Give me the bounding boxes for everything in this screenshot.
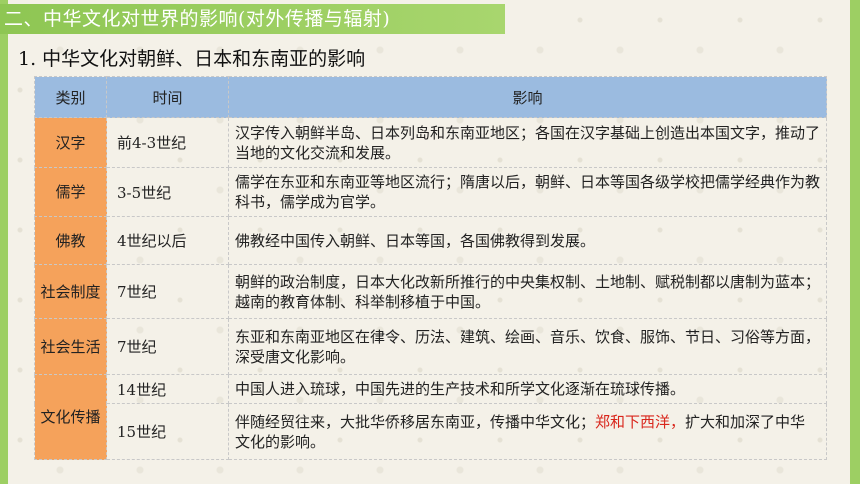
time-cell: 4世纪以后 [106,216,229,265]
time-cell: 前4-3世纪 [106,117,229,168]
category-cell: 文化传播 [34,374,107,460]
right-accent-bar [850,0,860,484]
time-cell: 15世纪 [106,403,229,460]
effect-cell: 中国人进入琉球，中国先进的生产技术和所学文化逐渐在琉球传播。 [228,374,827,404]
effect-highlight: 郑和下西洋， [595,412,686,431]
table-row: 佛教 4世纪以后 佛教经中国传入朝鲜、日本等国，各国佛教得到发展。 [34,216,827,265]
table-row: 15世纪 伴随经贸往来，大批华侨移居东南亚，传播中华文化；郑和下西洋，扩大和加深… [35,403,827,460]
table-row: 社会生活 7世纪 东亚和东南亚地区在律令、历法、建筑、绘画、音乐、饮食、服饰、节… [34,318,827,375]
category-cell: 社会制度 [34,264,107,319]
influence-table: 类别 时间 影响 汉字 前4-3世纪 汉字传入朝鲜半岛、日本列岛和东南亚地区；各… [34,76,827,460]
effect-cell: 儒学在东亚和东南亚等地区流行；隋唐以后，朝鲜、日本等国各级学校把儒学经典作为教科… [228,167,827,217]
category-cell: 佛教 [34,216,107,265]
effect-cell: 汉字传入朝鲜半岛、日本列岛和东南亚地区；各国在汉字基础上创造出本国文字，推动了当… [228,117,827,168]
effect-cell: 佛教经中国传入朝鲜、日本等国，各国佛教得到发展。 [228,216,827,265]
table-row: 汉字 前4-3世纪 汉字传入朝鲜半岛、日本列岛和东南亚地区；各国在汉字基础上创造… [34,117,827,168]
effect-text: 伴随经贸往来，大批华侨移居东南亚，传播中华文化； [235,412,596,431]
effect-cell: 东亚和东南亚地区在律令、历法、建筑、绘画、音乐、饮食、服饰、节日、习俗等方面，深… [228,318,827,375]
subtitle: 1. 中华文化对朝鲜、日本和东南亚的影响 [18,48,366,70]
header-category: 类别 [34,76,107,118]
time-cell: 3-5世纪 [106,167,229,217]
category-cell: 儒学 [34,167,107,217]
table-row: 文化传播 14世纪 中国人进入琉球，中国先进的生产技术和所学文化逐渐在琉球传播。 [34,374,827,460]
time-cell: 14世纪 [106,374,229,404]
table-row: 社会制度 7世纪 朝鲜的政治制度，日本大化改新所推行的中央集权制、土地制、赋税制… [34,264,827,319]
header-effect: 影响 [228,76,827,118]
table-header-row: 类别 时间 影响 [34,76,827,118]
header-time: 时间 [106,76,229,118]
table-row: 儒学 3-5世纪 儒学在东亚和东南亚等地区流行；隋唐以后，朝鲜、日本等国各级学校… [34,167,827,217]
section-heading: 二、中华文化对世界的影响(对外传播与辐射) [0,4,505,34]
left-accent-bar [0,0,8,484]
time-cell: 7世纪 [106,318,229,375]
time-cell: 7世纪 [106,264,229,319]
effect-cell: 朝鲜的政治制度，日本大化改新所推行的中央集权制、土地制、赋税制都以唐制为蓝本；越… [228,264,827,319]
category-cell: 汉字 [34,117,107,168]
category-cell: 社会生活 [34,318,107,375]
effect-cell: 伴随经贸往来，大批华侨移居东南亚，传播中华文化；郑和下西洋，扩大和加深了中华文化… [228,403,827,460]
